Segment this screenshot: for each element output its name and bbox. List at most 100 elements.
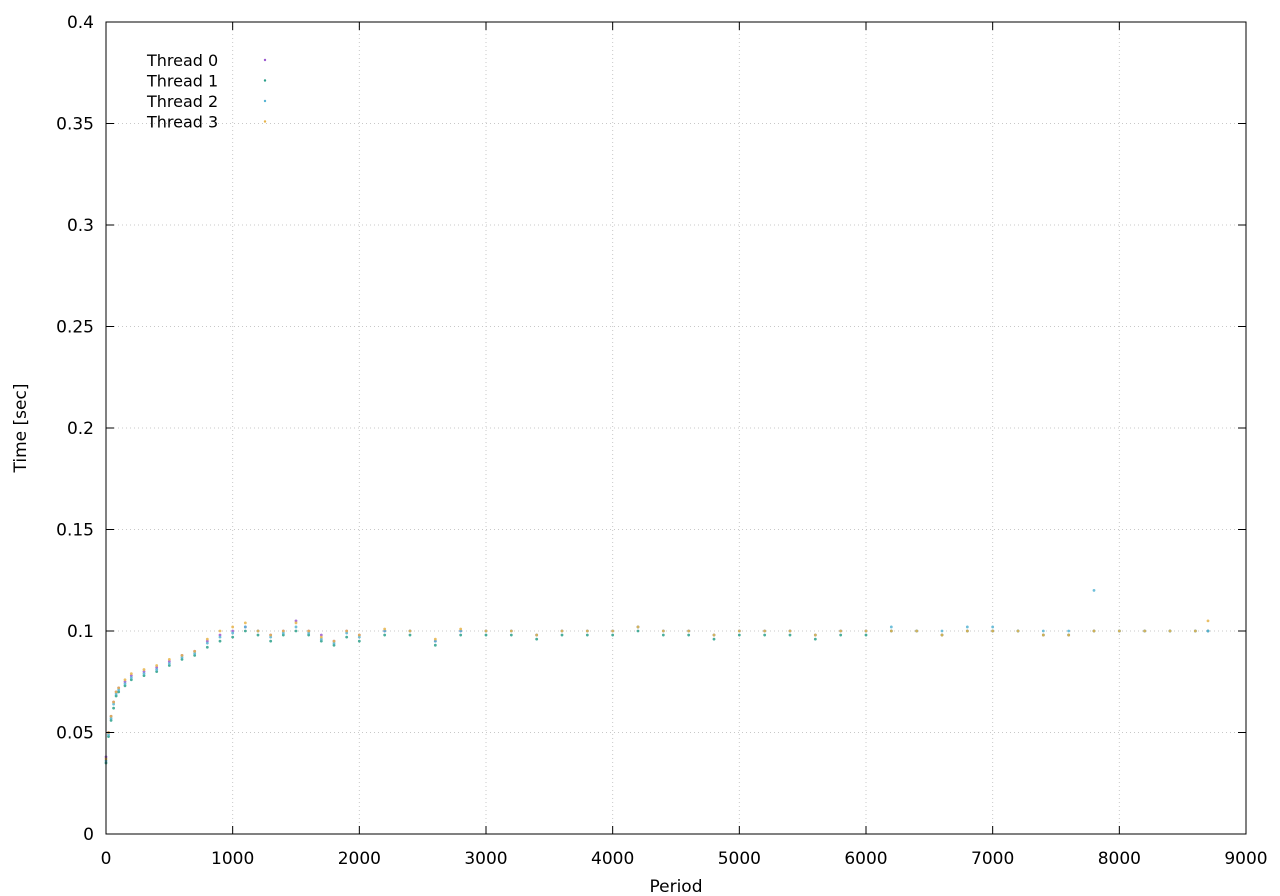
data-point xyxy=(788,629,792,633)
data-point xyxy=(256,633,260,637)
data-point xyxy=(509,633,513,637)
data-point xyxy=(243,629,247,633)
data-point xyxy=(218,635,222,639)
data-point xyxy=(357,633,361,637)
data-point xyxy=(167,658,171,661)
data-point xyxy=(345,629,349,633)
data-point xyxy=(991,629,995,633)
data-point xyxy=(813,637,817,641)
data-point xyxy=(345,635,349,639)
data-point xyxy=(142,668,146,671)
data-point xyxy=(560,633,564,637)
data-point xyxy=(661,629,665,633)
legend-marker xyxy=(263,58,267,62)
data-point xyxy=(1041,633,1045,637)
scatter-chart: 0 1000 2000 3000 4000 5000 6000 7000 8000 9000 0 0… xyxy=(0,0,1280,896)
data-point xyxy=(205,641,209,645)
data-point xyxy=(813,633,817,637)
x-axis-label: Period xyxy=(649,877,702,896)
y-tick-label: 0 xyxy=(83,825,94,845)
data-point xyxy=(205,645,209,649)
data-point xyxy=(114,690,118,694)
data-point xyxy=(636,629,640,633)
data-point xyxy=(965,629,969,633)
data-point xyxy=(1092,589,1096,592)
data-point xyxy=(231,625,235,629)
data-point xyxy=(535,633,539,637)
data-point xyxy=(256,629,260,633)
data-point xyxy=(611,629,615,633)
data-point xyxy=(737,629,741,633)
data-point xyxy=(459,627,463,631)
y-tick-label: 0.15 xyxy=(56,521,94,541)
legend-marker xyxy=(263,99,267,103)
data-point xyxy=(319,635,323,639)
data-point xyxy=(408,633,412,637)
data-point xyxy=(1067,629,1071,633)
legend-label: Thread 1 xyxy=(146,72,218,91)
data-point xyxy=(294,621,298,625)
data-point xyxy=(915,629,919,633)
data-point xyxy=(112,706,115,710)
data-point xyxy=(307,629,311,633)
data-point xyxy=(611,633,615,637)
data-point xyxy=(167,662,171,665)
data-point xyxy=(231,635,235,639)
data-point xyxy=(839,629,843,633)
chart-background xyxy=(0,0,1280,896)
data-point xyxy=(123,682,127,686)
data-point xyxy=(112,700,115,704)
data-point xyxy=(294,629,298,633)
data-point xyxy=(383,633,387,637)
data-point xyxy=(687,629,691,633)
data-point xyxy=(243,625,247,629)
x-tick-label: 2000 xyxy=(338,849,381,869)
data-point xyxy=(129,676,133,680)
x-tick-label: 9000 xyxy=(1224,849,1267,869)
data-point xyxy=(332,639,336,643)
data-point xyxy=(839,633,843,637)
data-point xyxy=(205,637,209,641)
data-point xyxy=(269,633,273,637)
data-point xyxy=(155,668,159,671)
data-point xyxy=(123,678,127,682)
data-point xyxy=(109,714,113,718)
legend-label: Thread 2 xyxy=(146,92,218,111)
data-point xyxy=(509,629,513,633)
x-tick-label: 7000 xyxy=(971,849,1014,869)
legend-label: Thread 0 xyxy=(146,51,218,70)
data-point xyxy=(763,629,767,633)
legend-marker xyxy=(263,79,267,82)
data-point xyxy=(193,649,197,653)
data-point xyxy=(218,639,222,643)
data-point xyxy=(218,629,222,633)
y-tick-label: 0.2 xyxy=(67,419,94,439)
x-tick-label: 5000 xyxy=(718,849,761,869)
y-axis-label: Time [sec] xyxy=(11,384,31,474)
data-point xyxy=(864,633,868,637)
data-point xyxy=(433,643,437,647)
data-point xyxy=(965,625,969,629)
y-tick-label: 0.4 xyxy=(67,13,94,33)
data-point xyxy=(585,629,589,633)
data-point xyxy=(940,633,944,637)
data-point xyxy=(712,637,716,641)
data-point xyxy=(459,633,463,637)
data-point xyxy=(281,629,285,633)
data-point xyxy=(889,629,893,633)
data-point xyxy=(243,621,247,625)
data-point xyxy=(1041,629,1045,633)
y-tick-label: 0.1 xyxy=(67,622,94,642)
y-tick-label: 0.05 xyxy=(56,724,94,744)
data-point xyxy=(1206,619,1210,623)
data-point xyxy=(408,629,412,633)
y-tick-label: 0.25 xyxy=(56,318,94,338)
data-point xyxy=(484,633,488,637)
legend-label: Thread 3 xyxy=(146,113,218,132)
data-point xyxy=(269,639,273,643)
data-point xyxy=(1092,629,1096,633)
x-tick-label: 1000 xyxy=(211,849,254,869)
legend-marker xyxy=(263,120,267,123)
data-point xyxy=(1117,629,1121,633)
x-tick-label: 3000 xyxy=(464,849,507,869)
